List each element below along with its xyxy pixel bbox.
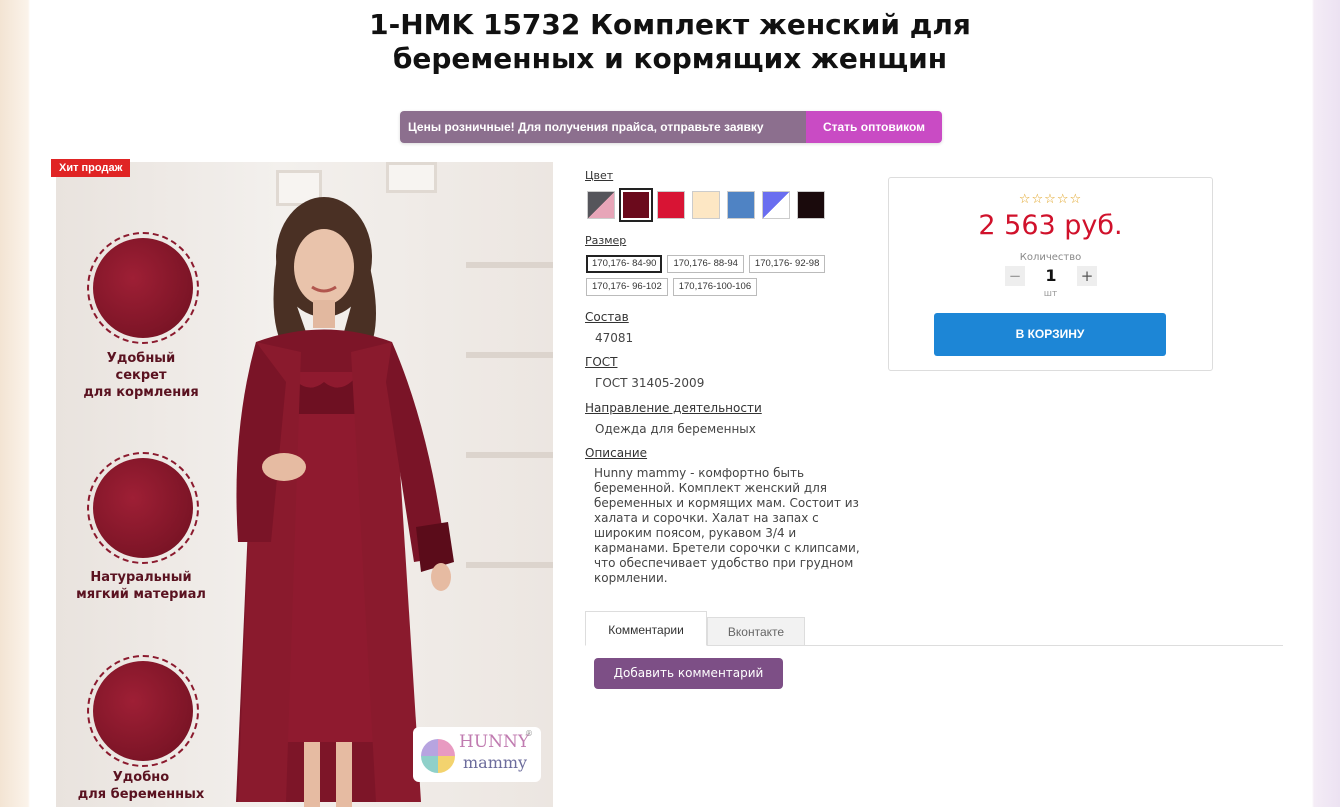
- feature-image-lace: [87, 232, 199, 344]
- logo-subtext: mammy: [463, 753, 528, 772]
- wholesale-banner: Цены розничные! Для получения прайса, от…: [400, 111, 942, 143]
- tab-vkontakte[interactable]: Вконтакте: [707, 617, 805, 646]
- feature-label-material: Натуральный мягкий материал: [76, 570, 206, 602]
- feature-label-pregnancy: Удобно для беременных: [77, 770, 205, 802]
- quantity-decrease-button[interactable]: −: [1005, 266, 1025, 286]
- size-option[interactable]: 170,176- 96-102: [586, 278, 668, 296]
- product-image[interactable]: Удобный секрет для кормления Натуральный…: [56, 162, 553, 807]
- color-swatch-violet-white[interactable]: [762, 191, 790, 219]
- quantity-label: Количество: [1019, 252, 1082, 263]
- color-swatches: [587, 188, 825, 222]
- color-swatch-grey-pink[interactable]: [587, 191, 615, 219]
- logo-text: HUNNY: [459, 732, 530, 752]
- direction-value: Одежда для беременных: [595, 422, 756, 436]
- description-text: Hunny mammy - комфортно быть беременной.…: [594, 466, 860, 585]
- size-option[interactable]: 170,176- 84-90: [586, 255, 663, 273]
- quantity-input[interactable]: 1: [1031, 264, 1071, 288]
- rating-stars[interactable]: ☆☆☆☆☆: [889, 192, 1212, 207]
- title-line-2: беременных и кормящих женщин: [392, 42, 948, 75]
- buy-box: ☆☆☆☆☆ 2 563 руб. Количество − 1 + шт В К…: [888, 177, 1213, 371]
- color-swatch-red[interactable]: [657, 191, 685, 219]
- brand-logo: HUNNY mammy ®: [413, 727, 541, 782]
- become-wholesaler-button[interactable]: Стать оптовиком: [806, 111, 942, 143]
- logo-registered-mark: ®: [525, 729, 533, 738]
- gost-label: ГОСТ: [585, 355, 618, 369]
- color-label: Цвет: [585, 169, 614, 182]
- feature-image-fabric: [87, 452, 199, 564]
- model-figure: [236, 197, 454, 807]
- feature-label-nursing: Удобный секрет для кормления: [83, 351, 199, 400]
- shelf: [466, 262, 553, 268]
- description-label: Описание: [585, 446, 648, 460]
- feature-image-belly: [87, 655, 199, 767]
- size-options: 170,176- 84-90 170,176- 88-94 170,176- 9…: [586, 255, 856, 296]
- brand-heart-icon: [421, 739, 455, 773]
- composition-label: Состав: [585, 310, 629, 324]
- bestseller-badge: Хит продаж: [51, 159, 131, 177]
- color-swatch-blue[interactable]: [727, 191, 755, 219]
- tab-comments[interactable]: Комментарии: [585, 611, 707, 646]
- direction-label: Направление деятельности: [585, 401, 762, 415]
- quantity-unit: шт: [1043, 289, 1058, 299]
- price: 2 563 руб.: [978, 210, 1123, 241]
- color-swatch-burgundy[interactable]: [619, 188, 653, 222]
- shelf: [466, 562, 553, 568]
- comments-tabs: Комментарии Вконтакте: [585, 611, 1283, 646]
- add-to-cart-button[interactable]: В КОРЗИНУ: [934, 313, 1166, 356]
- banner-message: Цены розничные! Для получения прайса, от…: [400, 111, 806, 143]
- color-swatch-black[interactable]: [797, 191, 825, 219]
- gost-value: ГОСТ 31405-2009: [595, 376, 705, 390]
- shelf: [466, 452, 553, 458]
- size-option[interactable]: 170,176- 92-98: [748, 255, 826, 273]
- add-comment-button[interactable]: Добавить комментарий: [594, 658, 783, 689]
- size-option[interactable]: 170,176- 88-94: [667, 255, 744, 273]
- title-line-1: 1-HMK 15732 Комплект женский для: [369, 8, 971, 41]
- composition-value: 47081: [595, 331, 634, 345]
- color-swatch-cream[interactable]: [692, 191, 720, 219]
- shelf: [466, 352, 553, 358]
- page-title: 1-HMK 15732 Комплект женский для беремен…: [0, 8, 1340, 76]
- quantity-increase-button[interactable]: +: [1077, 266, 1097, 286]
- size-label: Размер: [585, 234, 627, 247]
- quantity-stepper: − 1 +: [1003, 264, 1098, 288]
- size-option[interactable]: 170,176-100-106: [672, 278, 758, 296]
